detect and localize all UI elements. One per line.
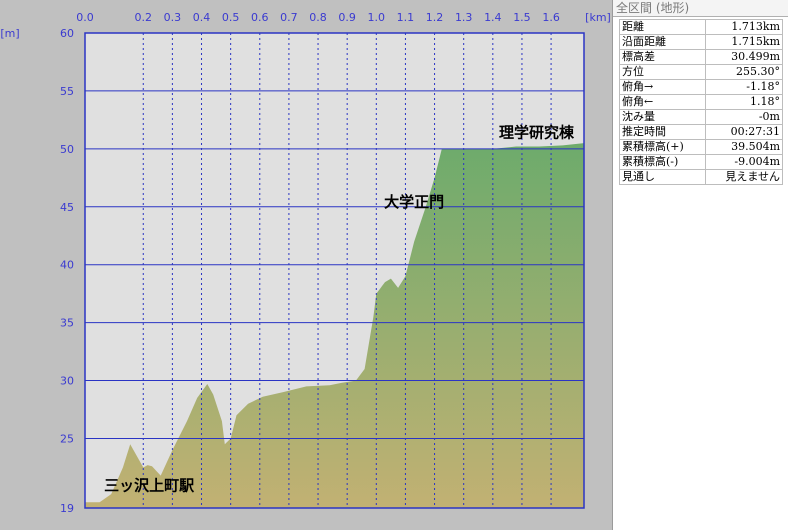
y-tick-label: 40: [60, 259, 74, 272]
elevation-profile-chart: 0.0 0.2 0.3 0.4 0.5 0.6 0.7 0.8 0.9 1.0 1.1 1.2 1.3 1…: [0, 0, 612, 530]
info-row-value: 1.18°: [705, 94, 783, 110]
y-axis-unit: [m]: [0, 27, 19, 40]
info-row-value: 00:27:31: [705, 124, 783, 140]
x-tick-label: 0.0: [76, 11, 94, 24]
x-tick-label: 1.4: [484, 11, 502, 24]
info-row-value: -9.004m: [705, 154, 783, 170]
info-row-value: 39.504m: [705, 139, 783, 155]
info-row: 累積標高(+) 39.504m: [618, 139, 783, 155]
info-row: 距離 1.713km: [618, 19, 783, 35]
info-row-label: 俯角→: [618, 79, 707, 95]
x-tick-label: 0.3: [164, 11, 182, 24]
info-row-label: 沿面距離: [618, 34, 707, 50]
info-row: 推定時間 00:27:31: [618, 124, 783, 140]
y-tick-label: 25: [60, 432, 74, 445]
y-tick-label: 50: [60, 143, 74, 156]
x-tick-label: 1.6: [542, 11, 560, 24]
y-tick-label: 60: [60, 27, 74, 40]
info-row-value: 30.499m: [705, 49, 783, 65]
x-tick-label: 1.5: [513, 11, 531, 24]
info-panel: 全区間 (地形) 距離 1.713km 沿面距離 1.715km 標高差 30.499m 方…: [612, 0, 788, 530]
info-panel-header: 全区間 (地形): [613, 0, 788, 17]
x-tick-label: 0.2: [135, 11, 153, 24]
info-row: 方位 255.30°: [618, 64, 783, 80]
x-tick-label: 1.0: [368, 11, 386, 24]
info-row: 見通し 見えません: [618, 169, 783, 185]
info-row-label: 累積標高(-): [618, 154, 707, 170]
info-row-value: -0m: [705, 109, 783, 125]
info-row-value: 255.30°: [705, 64, 783, 80]
info-row-label: 沈み量: [618, 109, 707, 125]
x-tick-label: 0.4: [193, 11, 211, 24]
y-tick-label: 55: [60, 85, 74, 98]
info-row: 沈み量 -0m: [618, 109, 783, 125]
info-row-label: 距離: [618, 19, 707, 35]
info-row-value: 1.713km: [705, 19, 783, 35]
y-tick-label: 35: [60, 317, 74, 330]
x-tick-label: 1.2: [426, 11, 444, 24]
y-tick-label: 30: [60, 375, 74, 388]
info-row-value: -1.18°: [705, 79, 783, 95]
chart-svg: 0.0 0.2 0.3 0.4 0.5 0.6 0.7 0.8 0.9 1.0 1.1 1.2 1.3 1…: [0, 11, 611, 515]
x-tick-label: 1.1: [397, 11, 415, 24]
x-tick-label: 0.9: [338, 11, 356, 24]
info-row-value: 1.715km: [705, 34, 783, 50]
place-annotation: 大学正門: [384, 193, 444, 211]
place-annotation: 理学研究棟: [499, 123, 575, 141]
info-row: 沿面距離 1.715km: [618, 34, 783, 50]
x-tick-label: 0.7: [280, 11, 298, 24]
y-tick-label: 19: [60, 502, 74, 515]
place-annotation: 三ッ沢上町駅: [104, 477, 195, 495]
info-row-label: 標高差: [618, 49, 707, 65]
info-row-label: 俯角←: [618, 94, 707, 110]
x-tick-label: 0.5: [222, 11, 240, 24]
info-table: 距離 1.713km 沿面距離 1.715km 標高差 30.499m 方位 255.30° 俯…: [618, 19, 783, 185]
info-row: 標高差 30.499m: [618, 49, 783, 65]
info-row-label: 推定時間: [618, 124, 707, 140]
info-row: 俯角← 1.18°: [618, 94, 783, 110]
x-tick-label: 0.8: [309, 11, 327, 24]
info-row: 累積標高(-) -9.004m: [618, 154, 783, 170]
x-tick-label: 0.6: [251, 11, 269, 24]
info-row-value: 見えません: [705, 169, 783, 185]
info-row: 俯角→ -1.18°: [618, 79, 783, 95]
x-tick-label: 1.3: [455, 11, 473, 24]
info-row-label: 見通し: [618, 169, 707, 185]
y-tick-label: 45: [60, 201, 74, 214]
x-axis-unit: [km]: [585, 11, 611, 24]
info-row-label: 累積標高(+): [618, 139, 707, 155]
info-row-label: 方位: [618, 64, 707, 80]
